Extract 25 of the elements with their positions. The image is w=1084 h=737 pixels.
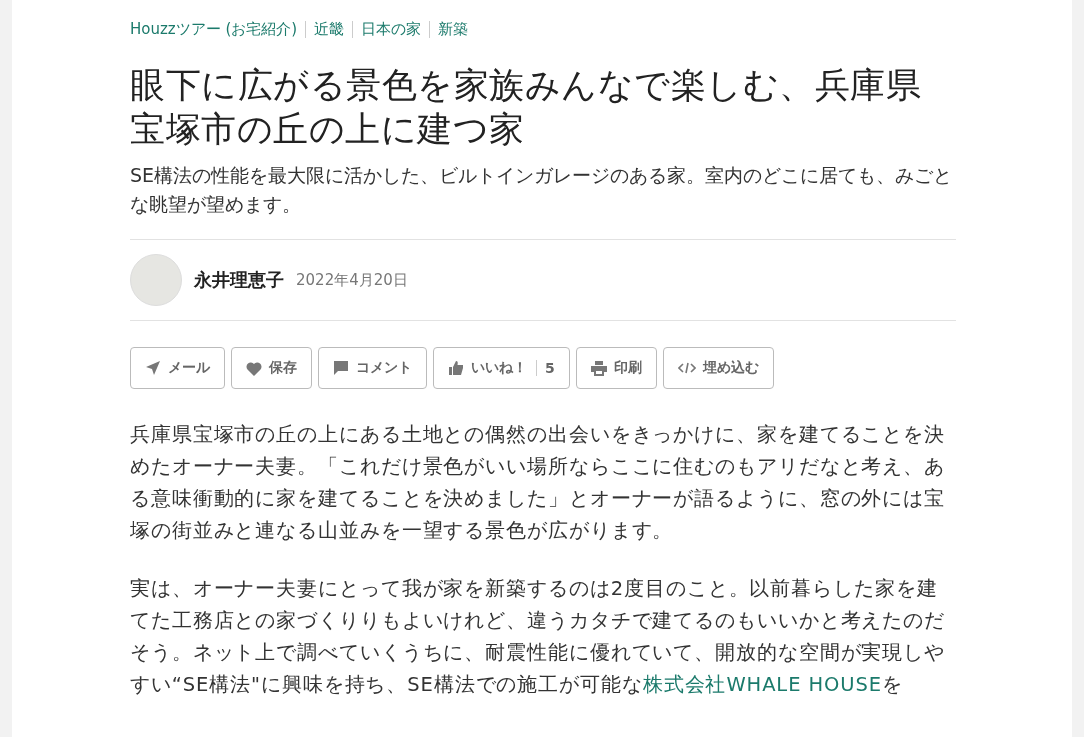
avatar-placeholder bbox=[130, 254, 182, 306]
article-subtitle: SE構法の性能を最大限に活かした、ビルトインガレージのある家。室内のどこに居ても、みごとな眺望が望めます。 bbox=[130, 163, 954, 217]
like-button[interactable]: いいね！ 5 bbox=[433, 347, 570, 389]
code-icon bbox=[677, 362, 696, 374]
speech-bubble-icon bbox=[333, 360, 349, 376]
author-name: 永井理恵子 bbox=[194, 268, 284, 292]
company-link[interactable]: 株式会社WHALE HOUSE bbox=[642, 673, 882, 696]
heart-icon bbox=[246, 360, 262, 376]
save-button[interactable]: 保存 bbox=[231, 347, 312, 389]
breadcrumb-link[interactable]: 新築 bbox=[438, 20, 469, 39]
breadcrumb-link[interactable]: Houzzツアー (お宅紹介) bbox=[130, 20, 298, 39]
thumbs-up-icon bbox=[448, 360, 464, 376]
print-button[interactable]: 印刷 bbox=[575, 347, 657, 389]
embed-button[interactable]: 埋め込む bbox=[662, 347, 774, 389]
body-paragraph: 実は、オーナー夫妻にとって我が家を新築するのは2度目のこと。以前暮らした家を建てた工務店との家づくりりもよいけれど、違うカタチで建てるのもいいかと考えたのだそう。ネット上で調べていくうちに、耐震性能に優れていて、開放的な空間が実現しやすい“SE構法"に興味を持ち、SE構法での施工が可能な株式会社WHALE HOUSE を bbox=[130, 576, 947, 698]
printer-icon bbox=[590, 360, 607, 376]
breadcrumb-link[interactable]: 日本の家 bbox=[361, 20, 422, 39]
mail-button[interactable]: メール bbox=[130, 347, 225, 389]
comment-button[interactable]: コメント bbox=[318, 347, 427, 389]
article-title: 眼下に広がる景色を家族みんなで楽しむ、兵庫県宝塚市の丘の上に建つ家 bbox=[130, 64, 922, 151]
breadcrumb-link[interactable]: 近畿 bbox=[314, 20, 345, 39]
like-count: 5 bbox=[536, 360, 555, 376]
publish-date: 2022年4月20日 bbox=[296, 270, 408, 290]
body-paragraph: 兵庫県宝塚市の丘の上にある土地との偶然の出会いをきっかけに、家を建てることを決めたオーナー夫妻。「これだけ景色がいい場所ならここに住むのもアリだなと考え、ある意味衝動的に家を建てることを決めました」とオーナーが語るように、窓の外には宝塚の街並みと連なる山並みを一望する景色が広がります。 bbox=[130, 422, 947, 544]
paper-plane-icon bbox=[145, 360, 161, 376]
